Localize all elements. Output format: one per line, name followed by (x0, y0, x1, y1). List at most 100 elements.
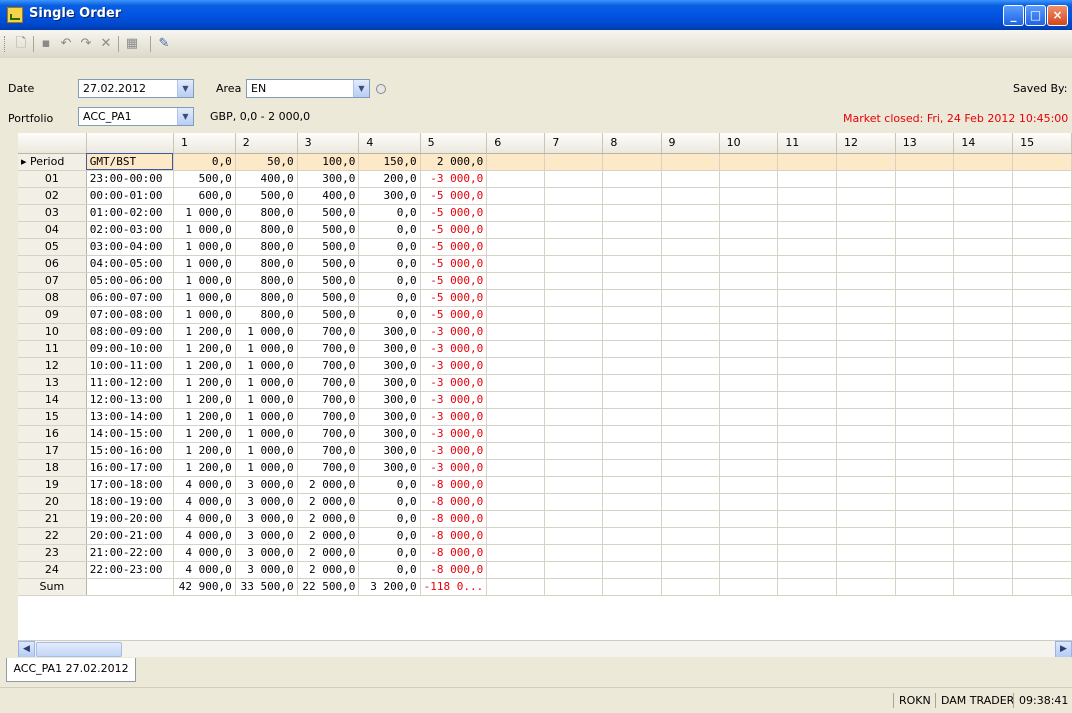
value-cell[interactable] (836, 187, 896, 205)
value-cell[interactable] (661, 510, 720, 528)
value-cell[interactable] (661, 323, 720, 341)
value-cell[interactable] (602, 255, 662, 273)
value-cell[interactable] (953, 170, 1014, 188)
table-row[interactable]: 24 22:00-23:00 4 000,0 3 000,0 2 000,0 0,0 -8 … (18, 561, 1072, 579)
value-cell[interactable] (602, 204, 662, 222)
value-cell[interactable]: 800,0 (235, 238, 298, 256)
value-cell[interactable] (1012, 340, 1072, 358)
value-cell[interactable] (953, 425, 1014, 443)
value-cell[interactable]: 4 000,0 (173, 561, 236, 579)
column-header[interactable]: 15 (1012, 133, 1072, 154)
value-cell[interactable] (544, 272, 604, 290)
value-cell[interactable] (602, 323, 662, 341)
value-cell[interactable]: 600,0 (173, 187, 236, 205)
value-cell[interactable] (1012, 187, 1072, 205)
value-cell[interactable] (602, 306, 662, 324)
value-cell[interactable] (544, 510, 604, 528)
value-cell[interactable] (661, 391, 720, 409)
value-cell[interactable] (777, 544, 838, 562)
value-cell[interactable]: 700,0 (297, 323, 360, 341)
period-cell[interactable]: 03:00-04:00 (86, 238, 174, 256)
chevron-down-icon[interactable]: ▼ (177, 108, 193, 125)
row-header[interactable]: 23 (18, 544, 87, 562)
value-cell[interactable]: 22 500,0 (297, 578, 360, 596)
value-cell[interactable] (602, 238, 662, 256)
value-cell[interactable]: 0,0 (358, 493, 421, 511)
value-cell[interactable] (836, 204, 896, 222)
value-cell[interactable] (719, 323, 779, 341)
period-cell[interactable]: 05:00-06:00 (86, 272, 174, 290)
period-cell[interactable]: 00:00-01:00 (86, 187, 174, 205)
value-cell[interactable]: 1 000,0 (235, 408, 298, 426)
value-cell[interactable]: 500,0 (235, 187, 298, 205)
row-header[interactable]: 07 (18, 272, 87, 290)
row-header[interactable]: 11 (18, 340, 87, 358)
value-cell[interactable] (661, 340, 720, 358)
value-cell[interactable]: 1 000,0 (173, 221, 236, 239)
value-cell[interactable] (836, 561, 896, 579)
value-cell[interactable] (486, 204, 546, 222)
value-cell[interactable] (953, 153, 1014, 171)
value-cell[interactable] (836, 272, 896, 290)
period-cell[interactable]: 06:00-07:00 (86, 289, 174, 307)
value-cell[interactable] (895, 391, 955, 409)
value-cell[interactable]: -3 000,0 (420, 425, 488, 443)
value-cell[interactable] (1012, 459, 1072, 477)
value-cell[interactable] (719, 238, 779, 256)
row-header[interactable]: 03 (18, 204, 87, 222)
row-header[interactable]: 05 (18, 238, 87, 256)
value-cell[interactable] (719, 357, 779, 375)
period-cell[interactable]: 12:00-13:00 (86, 391, 174, 409)
value-cell[interactable]: 700,0 (297, 391, 360, 409)
value-cell[interactable] (1012, 306, 1072, 324)
value-cell[interactable] (486, 425, 546, 443)
value-cell[interactable]: 300,0 (358, 425, 421, 443)
value-cell[interactable]: 700,0 (297, 408, 360, 426)
value-cell[interactable] (602, 374, 662, 392)
value-cell[interactable]: 1 000,0 (235, 391, 298, 409)
table-dropdown-icon[interactable]: ▦ (124, 37, 140, 51)
value-cell[interactable] (486, 238, 546, 256)
value-cell[interactable] (544, 187, 604, 205)
value-cell[interactable] (544, 476, 604, 494)
value-cell[interactable]: 1 000,0 (235, 442, 298, 460)
value-cell[interactable] (602, 442, 662, 460)
row-header[interactable]: 01 (18, 170, 87, 188)
value-cell[interactable] (602, 578, 662, 596)
value-cell[interactable] (602, 272, 662, 290)
save-icon[interactable]: ▪ (38, 37, 54, 51)
value-cell[interactable] (953, 340, 1014, 358)
value-cell[interactable]: 0,0 (173, 153, 236, 171)
value-cell[interactable] (777, 323, 838, 341)
value-cell[interactable] (719, 170, 779, 188)
value-cell[interactable] (895, 221, 955, 239)
value-cell[interactable]: 200,0 (358, 170, 421, 188)
value-cell[interactable]: 700,0 (297, 340, 360, 358)
value-cell[interactable] (486, 391, 546, 409)
value-cell[interactable] (895, 323, 955, 341)
value-cell[interactable] (661, 374, 720, 392)
value-cell[interactable] (895, 255, 955, 273)
value-cell[interactable] (777, 170, 838, 188)
value-cell[interactable] (777, 391, 838, 409)
value-cell[interactable] (953, 238, 1014, 256)
value-cell[interactable] (719, 425, 779, 443)
value-cell[interactable] (661, 459, 720, 477)
table-row[interactable]: 05 03:00-04:00 1 000,0 800,0 500,0 0,0 -5 000,… (18, 238, 1072, 256)
value-cell[interactable] (544, 323, 604, 341)
column-header[interactable]: 6 (486, 133, 546, 154)
value-cell[interactable]: 0,0 (358, 289, 421, 307)
period-cell[interactable]: 09:00-10:00 (86, 340, 174, 358)
redo-icon[interactable]: ↷ (78, 37, 94, 51)
value-cell[interactable] (544, 442, 604, 460)
value-cell[interactable] (602, 459, 662, 477)
value-cell[interactable] (602, 527, 662, 545)
value-cell[interactable]: 500,0 (297, 255, 360, 273)
table-row[interactable]: 07 05:00-06:00 1 000,0 800,0 500,0 0,0 -5 000,… (18, 272, 1072, 290)
value-cell[interactable] (777, 340, 838, 358)
table-row[interactable]: 15 13:00-14:00 1 200,0 1 000,0 700,0 300,0 -3 … (18, 408, 1072, 426)
table-row[interactable]: 12 10:00-11:00 1 200,0 1 000,0 700,0 300,0 -3 … (18, 357, 1072, 375)
value-cell[interactable]: 2 000,0 (297, 510, 360, 528)
value-cell[interactable] (544, 459, 604, 477)
value-cell[interactable]: 3 000,0 (235, 544, 298, 562)
